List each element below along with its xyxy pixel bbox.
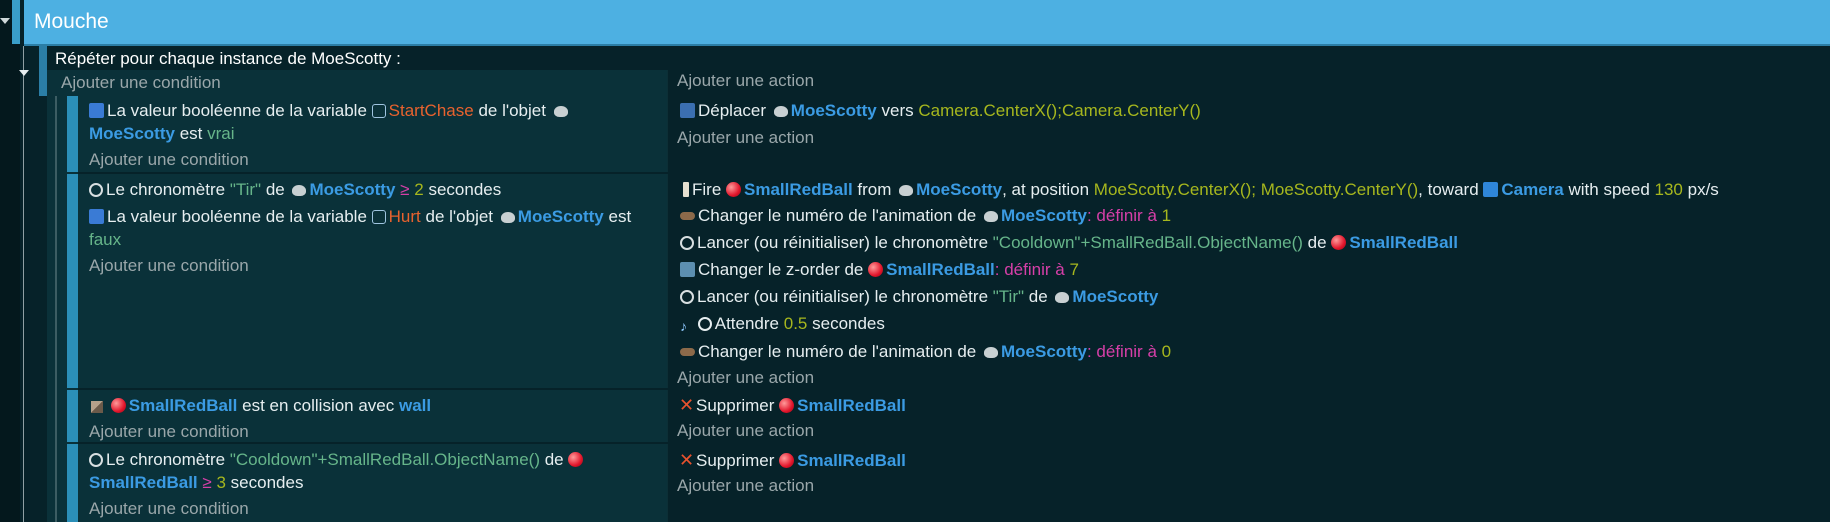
tree-line [23, 46, 24, 522]
red-ball-icon [110, 398, 126, 413]
divider [667, 70, 668, 522]
e2-add-action[interactable]: Ajouter une action [677, 368, 814, 388]
e2-action-1[interactable]: Fire SmallRedBall from MoeScotty, at pos… [683, 180, 1719, 200]
e3-bar [67, 390, 78, 442]
timer-icon [89, 453, 103, 467]
group-left-bar [12, 0, 20, 44]
red-ball-icon [779, 453, 795, 468]
foreach-add-action[interactable]: Ajouter une action [677, 71, 814, 91]
collapse-arrow-icon[interactable] [0, 18, 10, 24]
e-sep-2 [78, 388, 1830, 390]
foreach-bar [39, 46, 47, 96]
timer-icon [89, 183, 103, 197]
foreach-add-condition[interactable]: Ajouter une condition [61, 73, 221, 93]
e3-add-action[interactable]: Ajouter une action [677, 421, 814, 441]
e4-add-action[interactable]: Ajouter une action [677, 476, 814, 496]
red-ball-icon [868, 262, 884, 277]
gun-icon [683, 182, 689, 197]
variable-icon [89, 103, 104, 118]
e1-add-action[interactable]: Ajouter une action [677, 128, 814, 148]
foreach-label[interactable]: Répéter pour chaque instance de MoeScott… [55, 49, 401, 69]
group-title: Mouche [34, 10, 109, 33]
bracket-variable-icon [371, 210, 386, 224]
move-icon [680, 103, 695, 118]
stopwatch-icon [697, 317, 712, 331]
e4-condition-1-line2[interactable]: SmallRedBall ≥ 3 secondes [89, 473, 303, 493]
red-ball-icon [1331, 235, 1347, 250]
fly-icon [773, 106, 788, 117]
foreach-collapse-icon[interactable] [19, 70, 29, 76]
e2-bar [67, 174, 78, 388]
e2-action-6[interactable]: ♪ Attendre 0.5 secondes [680, 314, 885, 334]
e4-bar [67, 444, 78, 522]
group-header[interactable]: Mouche [24, 0, 1830, 46]
camera-icon [1483, 182, 1499, 197]
animation-icon [680, 212, 695, 220]
e2-condition-2-line2[interactable]: faux [89, 230, 121, 250]
z-order-icon [680, 262, 695, 277]
red-ball-icon [726, 182, 742, 197]
fly-icon [984, 347, 998, 358]
e1-action-1[interactable]: Déplacer MoeScotty vers Camera.CenterX()… [680, 101, 1201, 121]
e3-add-condition[interactable]: Ajouter une condition [89, 422, 249, 442]
e1-add-condition[interactable]: Ajouter une condition [89, 150, 249, 170]
collision-icon [91, 401, 103, 413]
e4-add-condition[interactable]: Ajouter une condition [89, 499, 249, 519]
red-ball-icon [568, 452, 584, 467]
e1-bar [67, 96, 78, 172]
e1-condition-1-line2[interactable]: MoeScotty est vrai [89, 124, 235, 144]
left-gutter [0, 0, 20, 522]
timer-icon [680, 290, 694, 304]
e2-action-2[interactable]: Changer le numéro de l'animation de MoeS… [680, 206, 1171, 226]
bracket-variable-icon [371, 104, 386, 118]
variable-icon [89, 209, 104, 224]
e2-add-condition[interactable]: Ajouter une condition [89, 256, 249, 276]
e-sep-3 [78, 442, 1830, 444]
e4-action-1[interactable]: ✕ Supprimer SmallRedBall [679, 450, 906, 471]
e4-condition-1[interactable]: Le chronomètre "Cooldown"+SmallRedBall.O… [89, 450, 586, 470]
fly-icon [500, 212, 515, 223]
delete-icon: ✕ [679, 395, 695, 415]
e2-action-3[interactable]: Lancer (ou réinitialiser) le chronomètre… [680, 233, 1458, 253]
e2-action-5[interactable]: Lancer (ou réinitialiser) le chronomètre… [680, 287, 1158, 307]
e-sep-1 [78, 172, 1830, 174]
e1-condition-1[interactable]: La valeur booléenne de la variable Start… [89, 101, 571, 121]
e2-condition-2[interactable]: La valeur booléenne de la variable Hurt … [89, 207, 631, 227]
e2-action-4[interactable]: Changer le z-order de SmallRedBall: défi… [680, 260, 1079, 280]
fly-icon [899, 185, 914, 196]
red-ball-icon [779, 398, 795, 413]
animation-icon [680, 348, 695, 356]
fly-icon [984, 211, 998, 222]
fly-icon [1055, 292, 1070, 303]
subevent-bar-outer [55, 96, 57, 522]
async-icon: ♪ [680, 318, 687, 334]
fly-icon [553, 106, 568, 117]
e3-condition-1[interactable]: SmallRedBall est en collision avec wall [91, 396, 431, 416]
timer-icon [680, 236, 694, 250]
e2-action-7[interactable]: Changer le numéro de l'animation de MoeS… [680, 342, 1171, 362]
delete-icon: ✕ [679, 450, 695, 470]
e2-condition-1[interactable]: Le chronomètre "Tir" de MoeScotty ≥ 2 se… [89, 180, 501, 200]
fly-icon [292, 185, 307, 196]
e3-action-1[interactable]: ✕ Supprimer SmallRedBall [679, 395, 906, 416]
